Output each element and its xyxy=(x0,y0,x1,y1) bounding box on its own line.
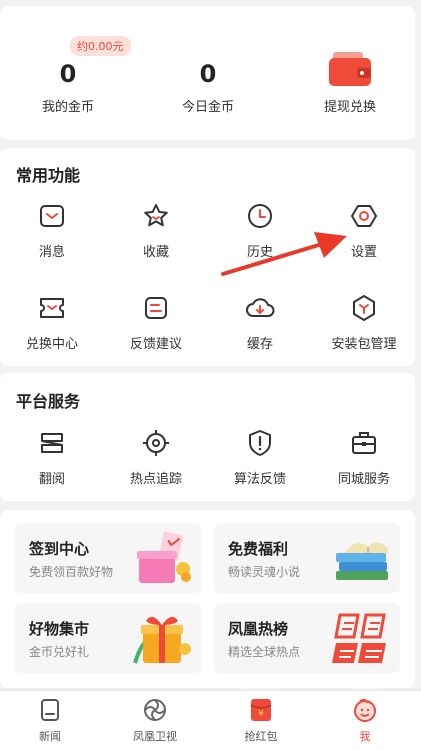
wallet-card: 约0.00元 0 我的金币 0 今日金币 0 提现兑换 xyxy=(0,6,415,140)
shield-alert-icon xyxy=(249,430,271,456)
promo-subtitle: 精选全球热点 xyxy=(228,645,301,659)
grid-item-hotspot-tracking[interactable]: 热点追踪 xyxy=(104,428,208,487)
my-coins-label: 我的金币 xyxy=(41,100,94,115)
wallet-icon[interactable] xyxy=(329,50,371,88)
cloud-download-icon xyxy=(246,298,275,317)
star-icon xyxy=(144,204,168,227)
ticket-icon xyxy=(40,298,64,318)
grid-item-label: 同城服务 xyxy=(337,472,390,487)
clock-icon xyxy=(248,204,272,228)
grid-item-label: 反馈建议 xyxy=(129,337,182,352)
grid-item-favorites[interactable]: 收藏 xyxy=(104,201,208,260)
promo-subtitle: 金币兑好礼 xyxy=(29,645,90,659)
grid-item-exchange-center[interactable]: 兑换中心 xyxy=(0,293,104,352)
grid-item-label: 缓存 xyxy=(246,337,273,352)
news-icon xyxy=(41,699,59,721)
tab-label: 凤凰卫视 xyxy=(133,730,177,743)
promo-goods-market[interactable]: 好物集市 金币兑好礼 xyxy=(15,603,201,673)
platform-services-title: 平台服务 xyxy=(16,392,81,411)
browse-icon xyxy=(41,433,63,453)
grid-item-message[interactable]: 消息 xyxy=(0,201,104,260)
promo-free-benefits[interactable]: 免费福利 畅读灵魂小说 xyxy=(214,523,400,593)
promo-title: 好物集市 xyxy=(29,620,90,638)
grid-item-label: 消息 xyxy=(38,245,65,260)
promo-phoenix-hot-list[interactable]: 凤凰热榜 精选全球热点 xyxy=(214,603,400,673)
tab-red-packet[interactable]: ¥ 抢红包 xyxy=(216,697,306,744)
grid-item-label: 算法反馈 xyxy=(233,472,286,487)
promo-subtitle: 畅读灵魂小说 xyxy=(228,565,301,579)
common-functions-title: 常用功能 xyxy=(16,166,81,185)
grid-item-label: 设置 xyxy=(350,245,377,260)
promo-checkin-center[interactable]: 签到中心 免费领百款好物 xyxy=(15,523,201,593)
common-functions-card: 常用功能 消息 收藏 历史 设置 兑换中心 反馈建议 缓存 安装包管理 xyxy=(0,148,415,366)
bottom-tab-bar: 新闻 凤凰卫视 ¥ 抢红包 我 xyxy=(0,690,421,750)
today-coins-label: 今日金币 xyxy=(181,100,234,115)
promo-card: 签到中心 免费领百款好物 免费福利 畅读灵魂小说 好物集市 金币兑好礼 凤凰热榜… xyxy=(0,510,415,688)
promo-subtitle: 免费领百款好物 xyxy=(29,565,114,579)
package-icon xyxy=(353,295,375,321)
promo-title: 凤凰热榜 xyxy=(228,620,289,638)
message-icon xyxy=(40,205,64,227)
grid-item-label: 翻阅 xyxy=(38,472,65,487)
books-icon xyxy=(336,542,388,580)
feedback-icon xyxy=(145,297,167,319)
grid-item-label: 热点追踪 xyxy=(129,472,182,487)
grid-item-algorithm-feedback[interactable]: 算法反馈 xyxy=(208,428,312,487)
me-icon xyxy=(354,698,376,722)
target-icon xyxy=(143,430,169,456)
promo-title: 签到中心 xyxy=(29,540,90,558)
gear-icon xyxy=(351,205,377,227)
tab-label: 新闻 xyxy=(39,730,61,743)
tab-label: 我 xyxy=(359,730,371,743)
red-packet-icon: ¥ xyxy=(250,699,272,721)
grid-item-label: 历史 xyxy=(246,245,273,260)
my-coins[interactable]: 0 我的金币 xyxy=(8,28,128,115)
phoenix-logo-icon xyxy=(144,699,166,721)
today-coins-value: 0 xyxy=(199,60,217,88)
tab-phoenix-tv[interactable]: 凤凰卫视 xyxy=(110,697,200,744)
today-coins[interactable]: 0 今日金币 xyxy=(148,28,268,115)
grid-item-package-manager[interactable]: 安装包管理 xyxy=(312,293,416,352)
grid-item-label: 兑换中心 xyxy=(25,337,78,352)
grid-item-settings[interactable]: 设置 xyxy=(312,201,416,260)
tab-label: 抢红包 xyxy=(244,730,278,743)
grid-item-feedback[interactable]: 反馈建议 xyxy=(104,293,208,352)
promo-title: 免费福利 xyxy=(228,540,289,558)
grid-item-cache[interactable]: 缓存 xyxy=(208,293,312,352)
grid-item-label: 收藏 xyxy=(142,245,169,260)
gift-box-icon xyxy=(137,531,191,583)
tab-me[interactable]: 我 xyxy=(320,697,410,744)
grid-item-label: 安装包管理 xyxy=(331,337,397,352)
grid-item-local-services[interactable]: 同城服务 xyxy=(312,428,416,487)
svg-text:¥: ¥ xyxy=(258,709,264,719)
withdraw-label: 提现兑换 xyxy=(323,100,376,115)
platform-services-card: 平台服务 翻阅 热点追踪 算法反馈 同城服务 xyxy=(0,373,415,501)
gift-icon xyxy=(133,616,191,664)
grid-item-history[interactable]: 历史 xyxy=(208,201,312,260)
grid-item-browse[interactable]: 翻阅 xyxy=(0,428,104,487)
tab-news[interactable]: 新闻 xyxy=(5,697,95,744)
my-coins-value: 0 xyxy=(59,60,77,88)
briefcase-icon xyxy=(352,432,376,454)
hot-list-logo-icon xyxy=(332,613,386,663)
